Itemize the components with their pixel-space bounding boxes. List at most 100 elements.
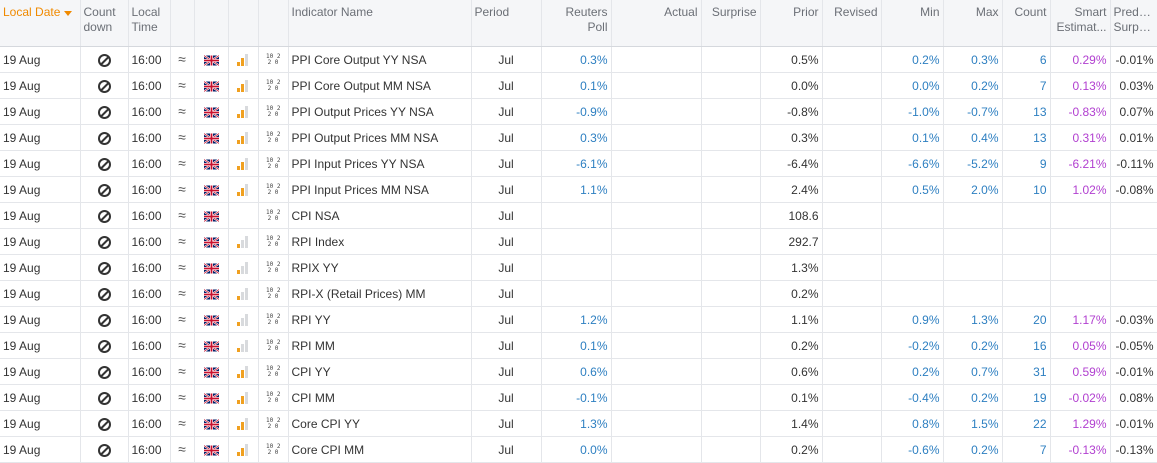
indicator-name[interactable]: RPI Index <box>288 228 472 255</box>
indicator-name[interactable]: CPI MM <box>288 384 472 411</box>
uk-flag-icon <box>203 184 219 196</box>
table-row[interactable]: 19 Aug 16:00 ≈ 10 22 0 RPI YY Jul 1.2% 1… <box>0 306 1157 333</box>
indicator-name[interactable]: RPI-X (Retail Prices) MM <box>288 280 472 307</box>
poll-cell: 0.3% <box>541 124 612 151</box>
actual-cell <box>611 306 702 333</box>
poll-cell: -6.1% <box>541 150 612 177</box>
table-row[interactable]: 19 Aug 16:00 ≈ 10 22 0 PPI Core Output Y… <box>0 46 1157 73</box>
time-cell: 16:00 <box>128 410 171 437</box>
table-row[interactable]: 19 Aug 16:00 ≈ 10 22 0 PPI Output Prices… <box>0 124 1157 151</box>
uk-flag-icon <box>203 106 219 118</box>
table-row[interactable]: 19 Aug 16:00 ≈ 10 22 0 RPI MM Jul 0.1% 0… <box>0 332 1157 359</box>
importance-cell <box>228 124 259 151</box>
time-cell: 16:00 <box>128 202 171 229</box>
indicator-name[interactable]: RPI YY <box>288 306 472 333</box>
date-cell: 19 Aug <box>0 410 81 437</box>
actual-cell <box>611 124 702 151</box>
date-cell: 19 Aug <box>0 176 81 203</box>
no-countdown-icon <box>97 131 111 145</box>
approximate-icon: ≈ <box>178 51 186 67</box>
indicator-name[interactable]: PPI Core Output MM NSA <box>288 72 472 99</box>
table-row[interactable]: 19 Aug 16:00 ≈ 10 22 0 RPIX YY Jul 1.3% <box>0 254 1157 281</box>
table-row[interactable]: 19 Aug 16:00 ≈ 10 22 0 Core CPI YY Jul 1… <box>0 410 1157 437</box>
col-min[interactable]: Min <box>881 0 944 47</box>
date-cell: 19 Aug <box>0 306 81 333</box>
table-row[interactable]: 19 Aug 16:00 ≈ 10 22 0 CPI NSA Jul 108.6 <box>0 202 1157 229</box>
indicator-name[interactable]: CPI YY <box>288 358 472 385</box>
indicator-name[interactable]: RPI MM <box>288 332 472 359</box>
revised-cell <box>822 306 882 333</box>
prior-cell: -0.8% <box>760 98 823 125</box>
indicator-name[interactable]: RPIX YY <box>288 254 472 281</box>
smart-estimate-cell: -0.13% <box>1050 436 1111 463</box>
period-cell: Jul <box>471 228 542 255</box>
col-indicator[interactable]: Indicator Name <box>288 0 472 47</box>
table-row[interactable]: 19 Aug 16:00 ≈ 10 22 0 CPI MM Jul -0.1% … <box>0 384 1157 411</box>
revised-cell <box>822 202 882 229</box>
count-cell: 16 <box>1002 332 1051 359</box>
indicator-name[interactable]: Core CPI YY <box>288 410 472 437</box>
approx-cell: ≈ <box>170 410 195 437</box>
countdown-cell <box>80 124 129 151</box>
indicator-name[interactable]: PPI Input Prices YY NSA <box>288 150 472 177</box>
table-row[interactable]: 19 Aug 16:00 ≈ 10 22 0 Core CPI MM Jul 0… <box>0 436 1157 463</box>
no-countdown-icon <box>97 209 111 223</box>
surprise-cell <box>701 46 761 73</box>
col-local-time[interactable]: Local Time <box>128 0 171 47</box>
col-local-date[interactable]: Local Date <box>0 0 81 47</box>
table-row[interactable]: 19 Aug 16:00 ≈ 10 22 0 CPI YY Jul 0.6% 0… <box>0 358 1157 385</box>
col-revised[interactable]: Revised <box>822 0 882 47</box>
country-cell <box>194 98 229 125</box>
time-cell: 16:00 <box>128 280 171 307</box>
table-row[interactable]: 19 Aug 16:00 ≈ 10 22 0 PPI Core Output M… <box>0 72 1157 99</box>
importance-cell <box>228 384 259 411</box>
no-countdown-icon <box>97 287 111 301</box>
table-row[interactable]: 19 Aug 16:00 ≈ 10 22 0 PPI Output Prices… <box>0 98 1157 125</box>
approximate-icon: ≈ <box>178 207 186 223</box>
actual-cell <box>611 150 702 177</box>
uk-flag-icon <box>203 392 219 404</box>
poll-cell <box>541 202 612 229</box>
indicator-name[interactable]: CPI NSA <box>288 202 472 229</box>
table-row[interactable]: 19 Aug 16:00 ≈ 10 22 0 PPI Input Prices … <box>0 176 1157 203</box>
approx-cell: ≈ <box>170 202 195 229</box>
col-surprise[interactable]: Surprise <box>701 0 761 47</box>
col-smart-estimate[interactable]: Smart Estimat... <box>1050 0 1111 47</box>
indicator-name[interactable]: PPI Input Prices MM NSA <box>288 176 472 203</box>
smart-estimate-cell: 0.05% <box>1050 332 1111 359</box>
col-countdown[interactable]: Count down <box>80 0 129 47</box>
uk-flag-icon <box>203 80 219 92</box>
indicator-name[interactable]: PPI Core Output YY NSA <box>288 46 472 73</box>
col-period[interactable]: Period <box>471 0 542 47</box>
poll-cell <box>541 254 612 281</box>
col-max[interactable]: Max <box>943 0 1003 47</box>
col-data-type <box>258 0 289 47</box>
max-cell: 2.0% <box>943 176 1003 203</box>
date-cell: 19 Aug <box>0 202 81 229</box>
max-cell <box>943 254 1003 281</box>
col-actual[interactable]: Actual <box>611 0 702 47</box>
table-row[interactable]: 19 Aug 16:00 ≈ 10 22 0 RPI-X (Retail Pri… <box>0 280 1157 307</box>
max-cell: 1.5% <box>943 410 1003 437</box>
col-count[interactable]: Count <box>1002 0 1051 47</box>
col-country <box>194 0 229 47</box>
indicator-name[interactable]: PPI Output Prices MM NSA <box>288 124 472 151</box>
table-row[interactable]: 19 Aug 16:00 ≈ 10 22 0 RPI Index Jul 292… <box>0 228 1157 255</box>
prior-cell: 0.6% <box>760 358 823 385</box>
predicted-surprise-cell: -0.13% <box>1110 436 1157 463</box>
indicator-name[interactable]: Core CPI MM <box>288 436 472 463</box>
date-cell: 19 Aug <box>0 384 81 411</box>
country-cell <box>194 254 229 281</box>
data-table-icon: 10 22 0 <box>266 183 281 197</box>
date-cell: 19 Aug <box>0 280 81 307</box>
no-countdown-icon <box>97 417 111 431</box>
col-prior[interactable]: Prior <box>760 0 823 47</box>
table-row[interactable]: 19 Aug 16:00 ≈ 10 22 0 PPI Input Prices … <box>0 150 1157 177</box>
indicator-name[interactable]: PPI Output Prices YY NSA <box>288 98 472 125</box>
col-poll[interactable]: Reuters Poll <box>541 0 612 47</box>
approximate-icon: ≈ <box>178 415 186 431</box>
approximate-icon: ≈ <box>178 311 186 327</box>
revised-cell <box>822 358 882 385</box>
country-cell <box>194 358 229 385</box>
col-predicted-surprise[interactable]: Predict... Surprise <box>1110 0 1157 47</box>
